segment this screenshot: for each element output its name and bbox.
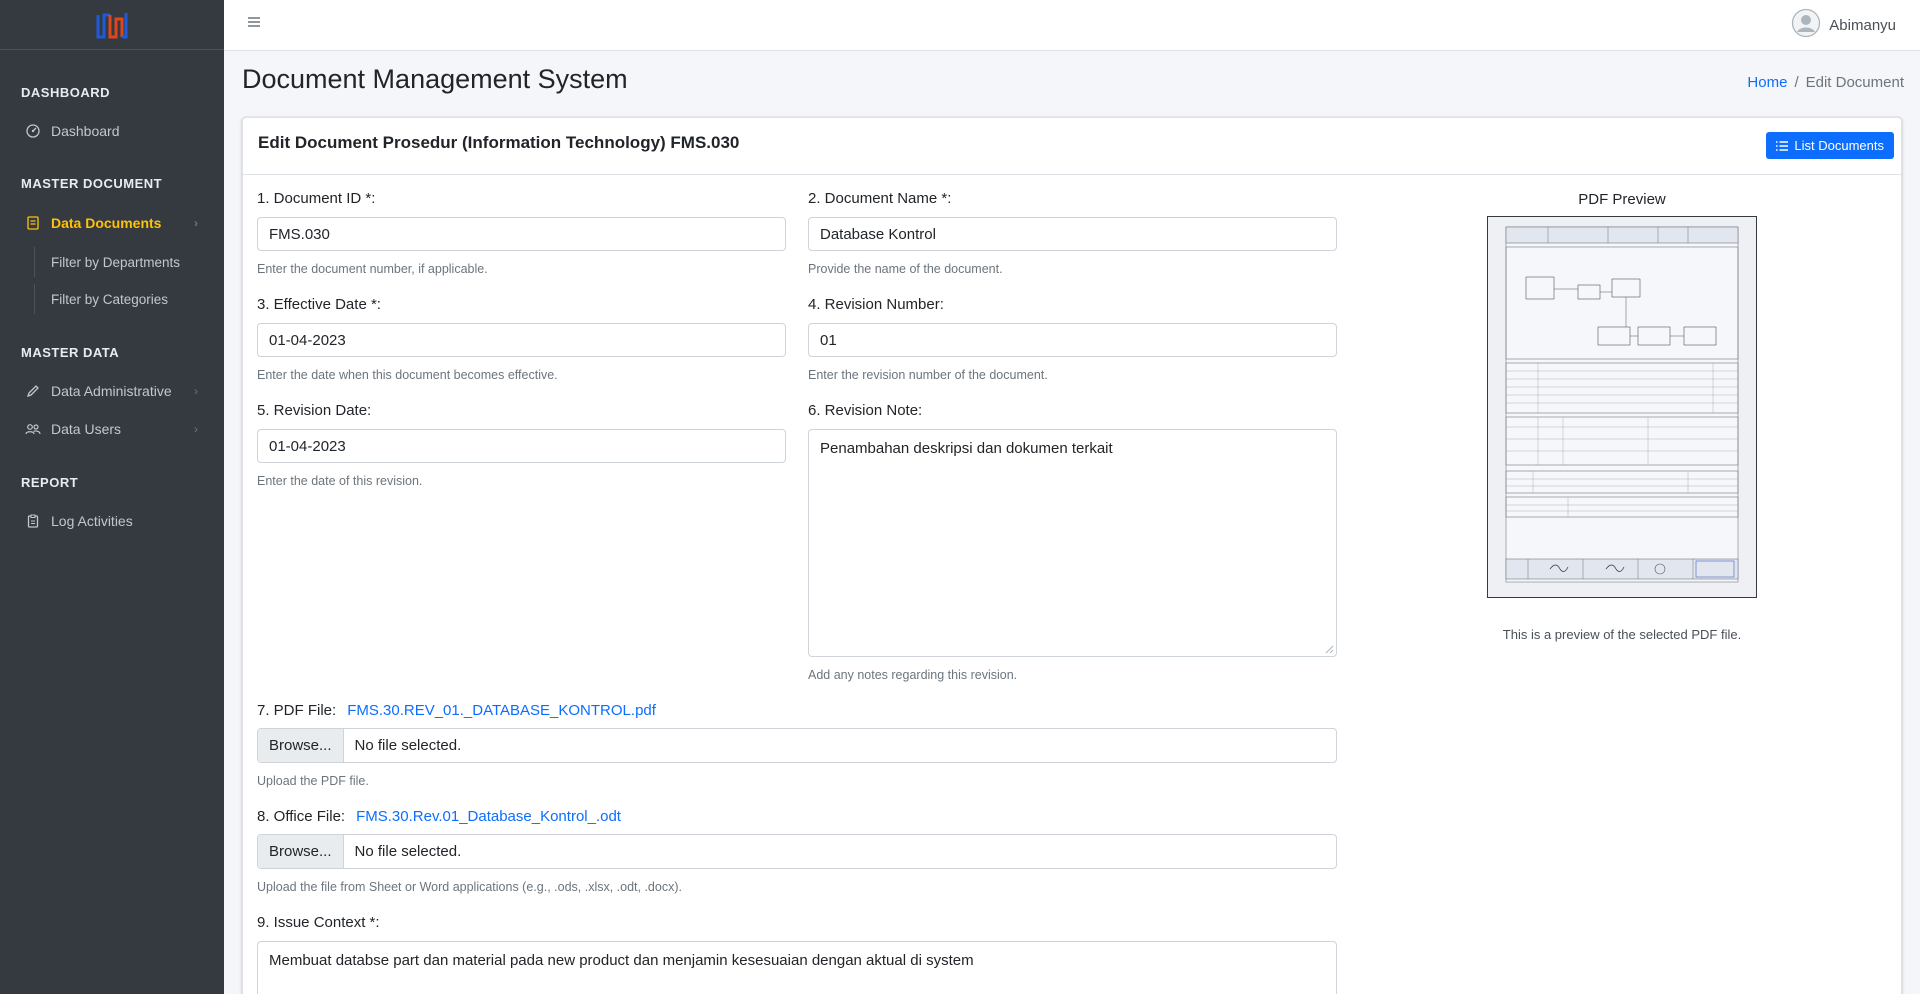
user-avatar-icon [1792, 8, 1821, 38]
user-menu[interactable]: Abimanyu [1791, 8, 1896, 42]
brand-logo[interactable] [0, 0, 224, 50]
users-icon [25, 421, 41, 437]
pdf-preview-frame[interactable] [1487, 216, 1757, 598]
office-file-label-row: 8. Office File: FMS.30.Rev.01_Database_K… [257, 808, 621, 825]
sidebar-item-data-users[interactable]: Data Users › [0, 414, 224, 444]
issue-context-value: Membuat databse part dan material pada n… [269, 952, 974, 969]
sidebar-item-filter-categories[interactable]: Filter by Categories [34, 284, 214, 314]
top-navbar: Abimanyu [224, 0, 1920, 51]
revision-note-value: Penambahan deskripsi dan dokumen terkait [820, 440, 1113, 457]
revision-date-input[interactable]: 01-04-2023 [257, 429, 786, 463]
sidebar: DASHBOARD Dashboard MASTER DOCUMENT Data… [0, 0, 224, 994]
card-header: Edit Document Prosedur (Information Tech… [243, 118, 1901, 175]
sidebar-item-data-documents[interactable]: Data Documents › [0, 208, 224, 238]
pdf-file-input[interactable]: Browse... No file selected. [257, 728, 1337, 763]
revision-note-textarea[interactable]: Penambahan deskripsi dan dokumen terkait [808, 429, 1337, 657]
section-master-document: MASTER DOCUMENT [21, 176, 163, 191]
document-name-input[interactable]: Database Kontrol [808, 217, 1337, 251]
pdf-file-link[interactable]: FMS.30.REV_01._DATABASE_KONTROL.pdf [347, 702, 656, 719]
chevron-right-icon: › [194, 216, 198, 230]
chevron-right-icon: › [194, 384, 198, 398]
sidebar-item-label: Data Documents [51, 215, 162, 231]
logo-icon [96, 12, 128, 38]
sidebar-item-label: Data Users [51, 421, 122, 437]
office-file-link[interactable]: FMS.30.Rev.01_Database_Kontrol_.odt [356, 808, 621, 825]
office-file-status: No file selected. [354, 843, 462, 860]
sidebar-item-label: Log Activities [51, 513, 133, 529]
list-documents-button[interactable]: List Documents [1766, 132, 1894, 159]
pdf-browse-button[interactable]: Browse... [258, 729, 344, 762]
sidebar-item-label: Filter by Categories [51, 291, 169, 307]
issue-context-label: 9. Issue Context *: [257, 914, 380, 931]
revision-number-help: Enter the revision number of the documen… [808, 368, 1048, 382]
sidebar-item-dashboard[interactable]: Dashboard [0, 116, 224, 146]
document-icon [25, 215, 41, 231]
office-file-label: 8. Office File: [257, 808, 346, 825]
breadcrumb-current: Edit Document [1805, 74, 1904, 91]
office-file-input[interactable]: Browse... No file selected. [257, 834, 1337, 869]
revision-date-help: Enter the date of this revision. [257, 474, 423, 488]
breadcrumb-home[interactable]: Home [1747, 74, 1787, 91]
card-title: Edit Document Prosedur (Information Tech… [258, 133, 740, 152]
revision-number-label: 4. Revision Number: [808, 296, 944, 313]
effective-date-label: 3. Effective Date *: [257, 296, 381, 313]
breadcrumb: Home / Edit Document [1747, 74, 1904, 91]
page-title: Document Management System [242, 64, 628, 94]
list-icon [1776, 140, 1789, 151]
pdf-file-label: 7. PDF File: [257, 702, 337, 719]
revision-note-label: 6. Revision Note: [808, 402, 923, 419]
office-browse-button[interactable]: Browse... [258, 835, 344, 868]
breadcrumb-separator: / [1794, 74, 1799, 91]
sidebar-item-label: Data Administrative [51, 383, 172, 399]
revision-date-label: 5. Revision Date: [257, 402, 372, 419]
section-master-data: MASTER DATA [21, 345, 120, 360]
revision-note-help: Add any notes regarding this revision. [808, 668, 1018, 682]
sidebar-item-filter-departments[interactable]: Filter by Departments [34, 247, 214, 277]
chevron-right-icon: › [194, 422, 198, 436]
section-dashboard: DASHBOARD [21, 85, 110, 100]
user-name: Abimanyu [1829, 16, 1896, 34]
resize-handle-icon[interactable] [1325, 645, 1334, 654]
sidebar-item-label: Dashboard [51, 123, 120, 139]
section-report: REPORT [21, 475, 79, 490]
avatar [1791, 8, 1821, 42]
pdf-thumbnail-icon [1505, 226, 1739, 583]
effective-date-input[interactable]: 01-04-2023 [257, 323, 786, 357]
office-file-help: Upload the file from Sheet or Word appli… [257, 880, 682, 894]
list-documents-label: List Documents [1794, 138, 1884, 153]
pdf-preview-caption: This is a preview of the selected PDF fi… [1502, 627, 1742, 642]
document-name-label: 2. Document Name *: [808, 190, 952, 207]
clipboard-icon [25, 513, 41, 529]
document-id-help: Enter the document number, if applicable… [257, 262, 488, 276]
sidebar-item-log-activities[interactable]: Log Activities [0, 506, 224, 536]
pdf-file-help: Upload the PDF file. [257, 774, 369, 788]
document-name-help: Provide the name of the document. [808, 262, 1003, 276]
sidebar-item-data-administrative[interactable]: Data Administrative › [0, 376, 224, 406]
pencil-icon [25, 383, 41, 399]
document-id-label: 1. Document ID *: [257, 190, 376, 207]
pdf-preview-title: PDF Preview [1578, 191, 1666, 208]
pdf-file-status: No file selected. [354, 737, 462, 754]
document-id-input[interactable]: FMS.030 [257, 217, 786, 251]
gauge-icon [25, 123, 41, 139]
issue-context-textarea[interactable]: Membuat databse part dan material pada n… [257, 941, 1337, 994]
effective-date-help: Enter the date when this document become… [257, 368, 558, 382]
sidebar-item-label: Filter by Departments [51, 254, 181, 270]
pdf-file-label-row: 7. PDF File: FMS.30.REV_01._DATABASE_KON… [257, 702, 656, 719]
menu-toggle-icon[interactable] [248, 15, 262, 33]
revision-number-input[interactable]: 01 [808, 323, 1337, 357]
